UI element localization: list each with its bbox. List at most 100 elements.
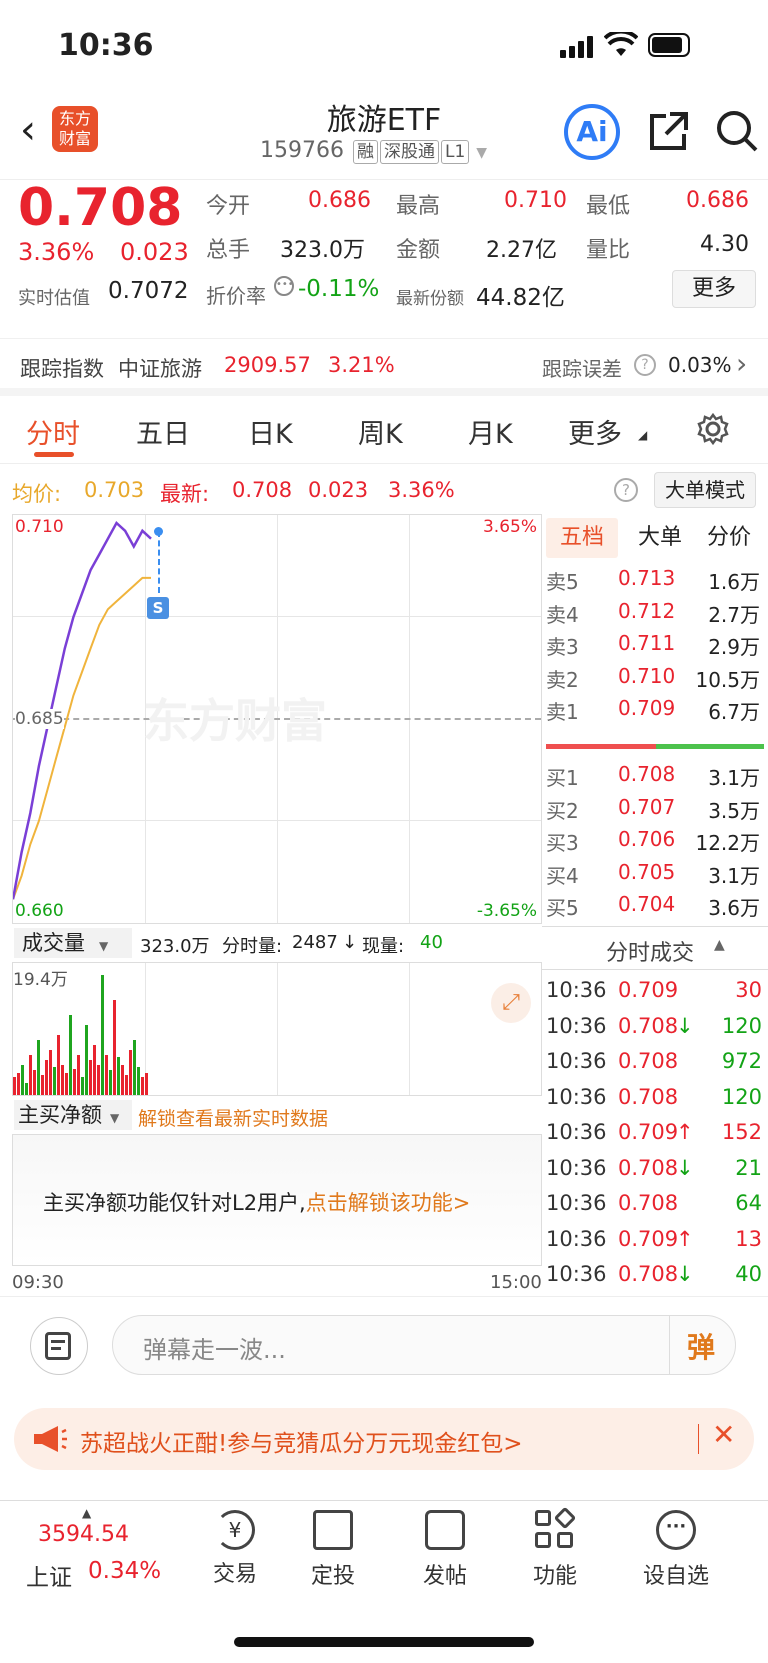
- volume-bar: [121, 1065, 124, 1095]
- ask-level: 卖5: [546, 570, 579, 594]
- tag-level: L1: [440, 140, 470, 164]
- arrow-down-icon: ↓: [342, 932, 358, 953]
- tracking-index-value: 2909.57: [224, 353, 311, 377]
- tracking-index-name: 中证旅游: [118, 357, 202, 381]
- bid-price: 0.707: [618, 794, 676, 819]
- tag-connect: 深股通: [379, 140, 439, 164]
- nav-functions[interactable]: 功能: [510, 1506, 600, 1590]
- tab-price-dist[interactable]: 分价: [698, 518, 760, 558]
- ask-row[interactable]: 卖5 0.713 1.6万: [546, 566, 762, 600]
- code-row: 159766 融深股通 L1 ▼: [260, 138, 487, 164]
- close-icon[interactable]: ✕: [712, 1418, 735, 1451]
- tab-month-k[interactable]: 月K: [468, 412, 513, 451]
- ask-row[interactable]: 卖3 0.711 2.9万: [546, 631, 762, 665]
- volume-selector[interactable]: 成交量 ▼: [14, 928, 132, 958]
- tab-big-orders[interactable]: 大单: [630, 518, 690, 558]
- ai-button[interactable]: Ai: [564, 104, 620, 160]
- volume-bar: [93, 1045, 96, 1095]
- avg-label: 均价:: [12, 482, 62, 506]
- ask-volume: 6.7万: [708, 700, 760, 724]
- chevron-down-icon[interactable]: ▼: [476, 145, 487, 161]
- unlock-link[interactable]: 解锁查看最新实时数据: [138, 1104, 328, 1131]
- help-icon[interactable]: ?: [614, 478, 638, 502]
- tracking-index-pct: 3.21%: [328, 353, 395, 377]
- ask-row[interactable]: 卖2 0.710 10.5万: [546, 664, 762, 698]
- netbuy-selector[interactable]: 主买净额 ▼: [14, 1100, 132, 1130]
- index-value[interactable]: 3594.54: [38, 1522, 129, 1547]
- chart-end-time: 15:00: [490, 1272, 542, 1293]
- tab-intraday[interactable]: 分时: [26, 412, 80, 451]
- index-pct[interactable]: 0.34%: [88, 1558, 161, 1584]
- price-chart[interactable]: 东方财富 S 0.710 3.65% 0.685 0.660 -3.65%: [12, 514, 542, 924]
- expand-icon[interactable]: ⤢: [491, 983, 531, 1023]
- info-dots-icon[interactable]: •••: [274, 276, 294, 296]
- latest-pct: 3.36%: [388, 478, 455, 502]
- volume-chart[interactable]: 19.4万 ⤢: [12, 962, 542, 1096]
- nav-post[interactable]: 发帖: [400, 1510, 490, 1590]
- more-button[interactable]: 更多: [672, 270, 756, 308]
- ask-price: 0.710: [618, 663, 676, 688]
- bid-row[interactable]: 买3 0.706 12.2万: [546, 827, 762, 861]
- tracking-bar[interactable]: 跟踪指数 中证旅游 2909.57 3.21% 跟踪误差 ? 0.03% ›: [0, 338, 768, 396]
- volume-bar: [129, 1050, 132, 1095]
- tab-five-day[interactable]: 五日: [136, 412, 190, 451]
- notice-link[interactable]: 点击解锁该功能>: [306, 1191, 471, 1215]
- volume-bar: [45, 1060, 48, 1095]
- nav-trade[interactable]: ¥ 交易: [190, 1510, 280, 1588]
- tab-week-k[interactable]: 周K: [358, 412, 403, 451]
- search-icon[interactable]: [714, 108, 760, 154]
- chevron-right-icon[interactable]: ›: [736, 347, 747, 380]
- tick-row: 10:36 0.708 64: [546, 1191, 764, 1228]
- volume-bar: [125, 1075, 128, 1095]
- gear-icon[interactable]: [696, 412, 730, 446]
- nav-add-watchlist[interactable]: ··· 设自选: [626, 1510, 726, 1590]
- promo-banner[interactable]: 苏超战火正酣!参与竞猜瓜分万元现金红包> ✕: [14, 1408, 754, 1470]
- tab-more[interactable]: 更多: [568, 412, 622, 451]
- big-order-mode-button[interactable]: 大单模式: [654, 472, 756, 508]
- bid-volume: 3.6万: [708, 896, 760, 920]
- share-icon[interactable]: [646, 110, 690, 154]
- latest-value: 0.708: [232, 478, 293, 502]
- notes-icon[interactable]: [30, 1317, 88, 1375]
- s-marker[interactable]: S: [147, 597, 169, 619]
- ask-row[interactable]: 卖4 0.712 2.7万: [546, 599, 762, 633]
- bottom-price-label: 0.660: [15, 901, 64, 921]
- bid-row[interactable]: 买1 0.708 3.1万: [546, 762, 762, 796]
- bid-volume: 3.5万: [708, 798, 760, 823]
- help-icon[interactable]: ?: [634, 354, 656, 376]
- nav-auto-invest[interactable]: 定投: [288, 1510, 378, 1590]
- vol-ratio-value: 4.30: [700, 232, 749, 257]
- bid-row[interactable]: 买2 0.707 3.5万: [546, 795, 762, 829]
- danmu-button[interactable]: 弹: [687, 1326, 715, 1366]
- comment-input[interactable]: 弹幕走一波... 弹: [112, 1315, 736, 1375]
- tick-time: 10:36: [546, 1084, 607, 1109]
- tracking-label: 跟踪指数: [20, 357, 104, 381]
- tab-day-k[interactable]: 日K: [248, 412, 293, 451]
- tick-row: 10:36 0.709 30: [546, 978, 764, 1015]
- tab-five-levels[interactable]: 五档: [546, 518, 618, 558]
- tick-time: 10:36: [546, 978, 607, 1002]
- tick-time: 10:36: [546, 1262, 607, 1286]
- volume-bar: [61, 1065, 64, 1095]
- volume-bar: [49, 1050, 52, 1095]
- volume-bar: [29, 1055, 32, 1095]
- volume-bar: [113, 1000, 116, 1095]
- netbuy-notice[interactable]: 主买净额功能仅针对L2用户,点击解锁该功能>: [12, 1134, 542, 1266]
- tick-price: 0.708: [618, 1049, 679, 1073]
- bid-level: 买5: [546, 896, 579, 920]
- ask-level: 卖4: [546, 602, 579, 627]
- bid-row[interactable]: 买4 0.705 3.1万: [546, 860, 762, 894]
- tab-indicator: [34, 452, 74, 457]
- divider: [669, 1316, 670, 1374]
- discount-value: -0.11%: [298, 276, 380, 302]
- tick-volume: 13: [735, 1226, 762, 1251]
- index-name[interactable]: 上证: [26, 1558, 72, 1592]
- volume-bar: [145, 1073, 148, 1095]
- last-price: 0.708: [18, 178, 183, 238]
- tick-volume: 21: [735, 1155, 762, 1180]
- ask-row[interactable]: 卖1 0.709 6.7万: [546, 696, 762, 730]
- bid-volume: 3.1万: [708, 766, 760, 790]
- tick-arrow-icon: ↓: [676, 1155, 694, 1180]
- bid-row[interactable]: 买5 0.704 3.6万: [546, 892, 762, 926]
- ticks-header[interactable]: 分时成交 ▲: [542, 926, 768, 970]
